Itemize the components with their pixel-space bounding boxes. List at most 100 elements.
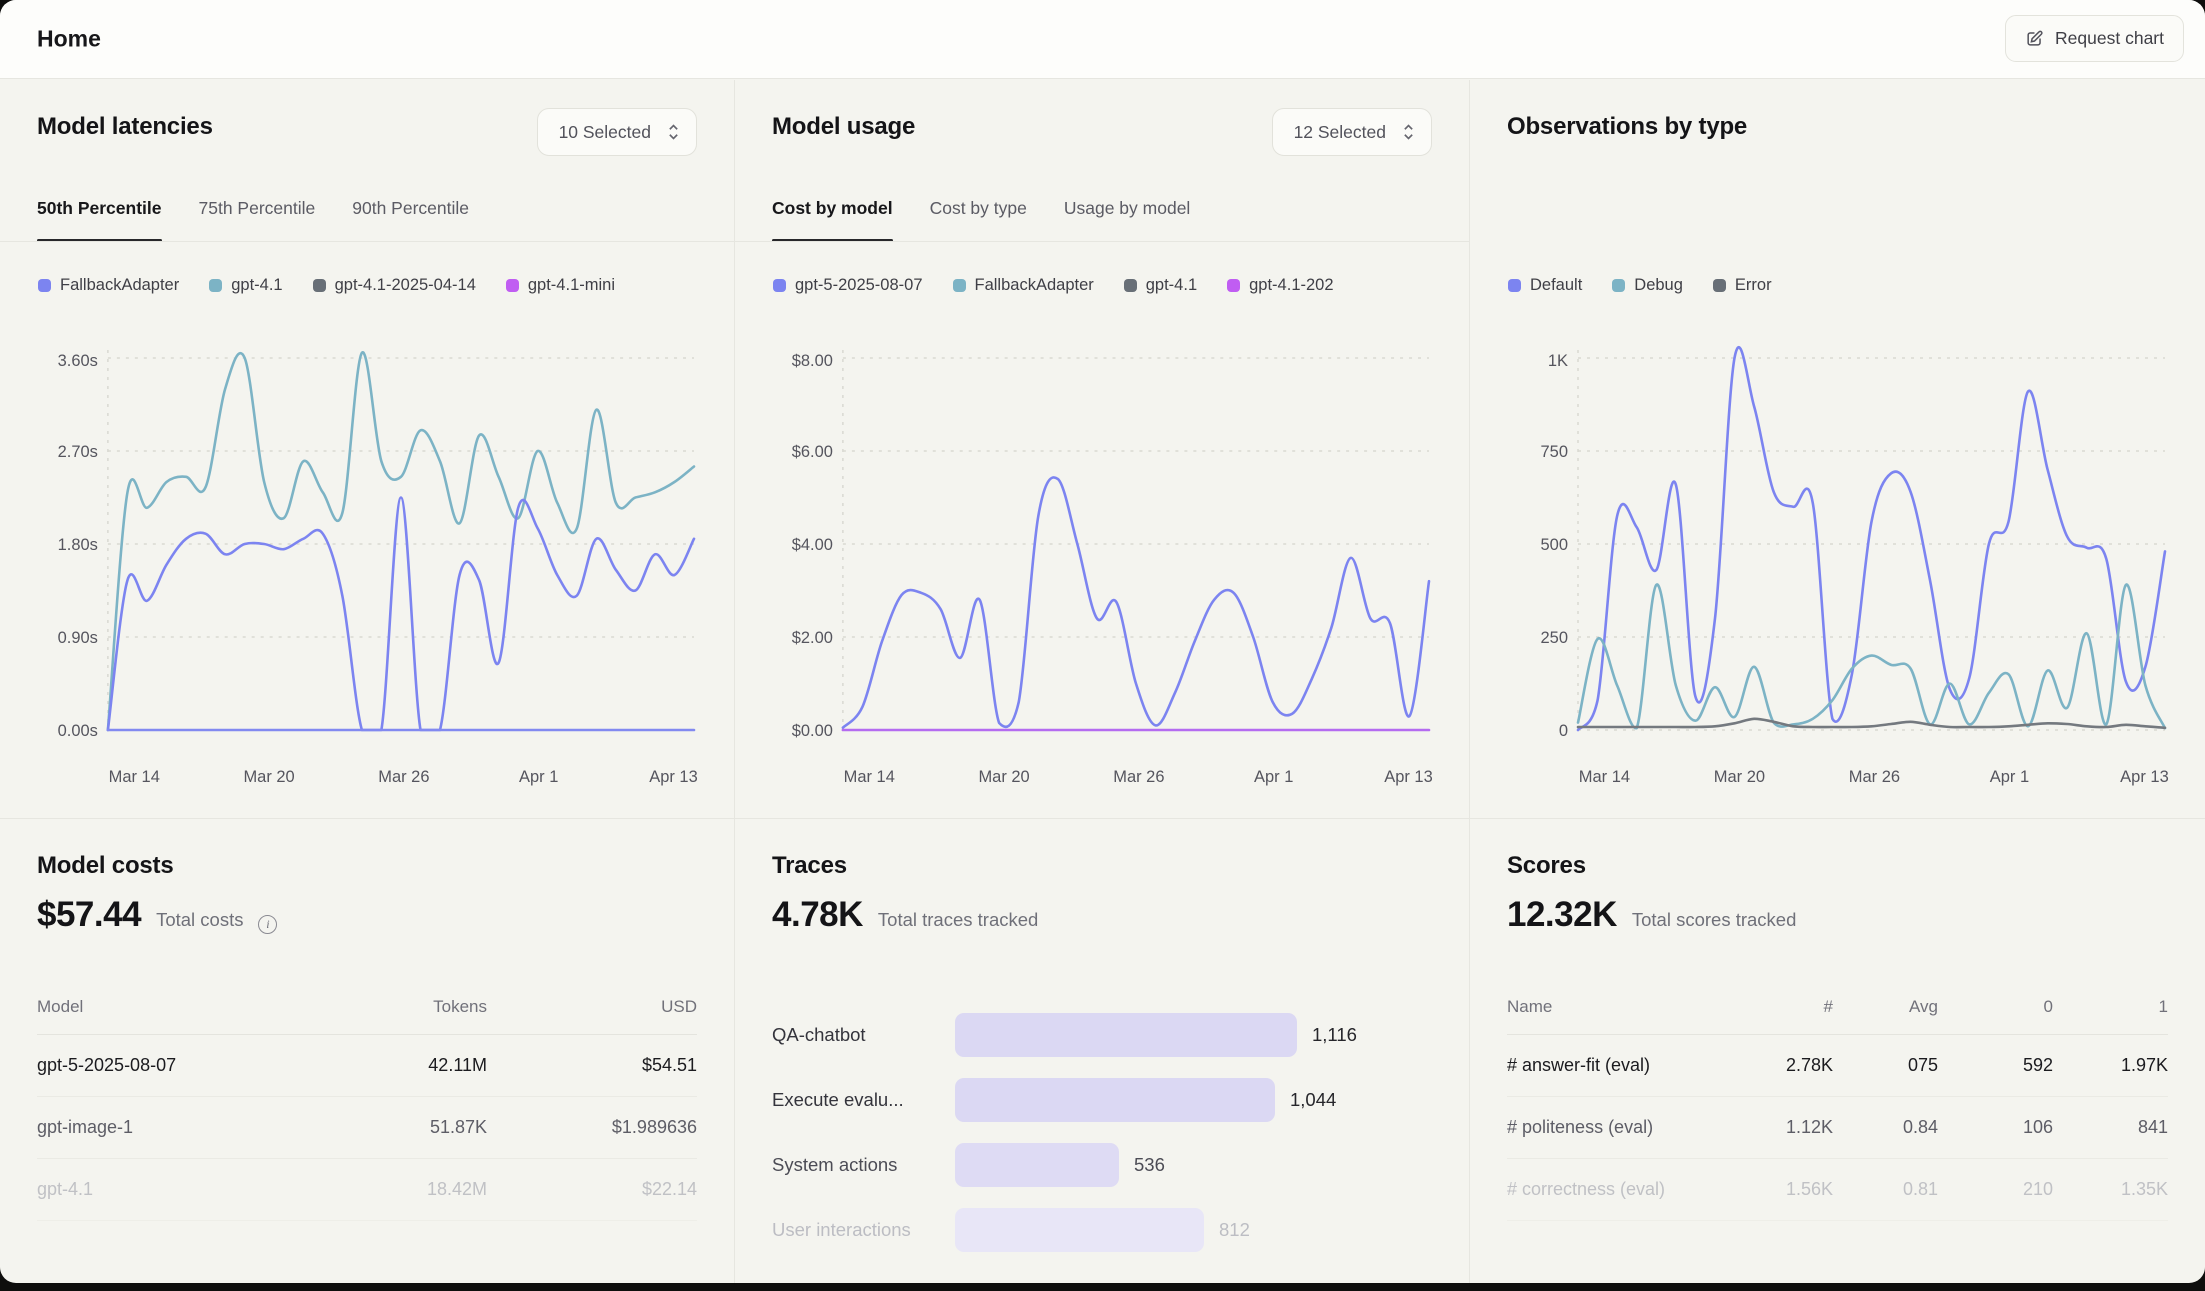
x-axis-tick: Apr 1 (1990, 768, 2029, 786)
y-axis-tick: 250 (1540, 629, 1568, 647)
table-row[interactable]: # politeness (eval)1.12K0.84106841 (1507, 1097, 2168, 1159)
panel-model-usage: Model usage 12 Selected Cost by modelCos… (735, 80, 1470, 819)
y-axis-tick: $0.00 (792, 722, 833, 740)
usage-legend: gpt-5-2025-08-07FallbackAdaptergpt-4.1gp… (773, 276, 1334, 295)
bar-row[interactable]: Execute evalu...1,044 (772, 1078, 1432, 1122)
legend-item: gpt-4.1-mini (506, 276, 615, 295)
tab-usage-by-model[interactable]: Usage by model (1064, 192, 1190, 242)
column-header: Tokens (317, 987, 487, 1035)
legend-label: gpt-4.1-mini (528, 276, 615, 295)
x-axis-tick: Mar 14 (1579, 768, 1630, 786)
table-row[interactable]: gpt-image-151.87K$1.989636 (37, 1097, 697, 1159)
column-header: 1 (2053, 987, 2168, 1035)
legend-item: Error (1713, 276, 1772, 295)
tab-cost-by-type[interactable]: Cost by type (930, 192, 1027, 242)
table-cell: # politeness (eval) (1507, 1097, 1728, 1159)
bar-label: User interactions (772, 1219, 955, 1241)
table-cell: $22.14 (487, 1159, 697, 1221)
bar-row[interactable]: System actions 536 (772, 1143, 1432, 1187)
table-row[interactable]: gpt-5-2025-08-0742.11M$54.51 (37, 1035, 697, 1097)
latencies-chart: 0.00s0.90s1.80s2.70s3.60sMar 14Mar 20Mar… (36, 330, 698, 800)
y-axis-tick: 1K (1548, 352, 1568, 370)
column-header: Avg (1833, 987, 1938, 1035)
usage-model-selector[interactable]: 12 Selected (1272, 108, 1432, 156)
table-row[interactable]: # correctness (eval)1.56K0.812101.35K (1507, 1159, 2168, 1221)
column-header: USD (487, 987, 697, 1035)
bar-value: 536 (1134, 1154, 1165, 1176)
bar-label: System actions (772, 1154, 955, 1176)
legend-label: Debug (1634, 276, 1683, 295)
table-row[interactable]: gpt-4.118.42M$22.14 (37, 1159, 697, 1221)
legend-swatch-icon (773, 279, 786, 292)
legend-swatch-icon (1612, 279, 1625, 292)
table-cell: # correctness (eval) (1507, 1159, 1728, 1221)
model-costs-table: ModelTokensUSDgpt-5-2025-08-0742.11M$54.… (37, 987, 697, 1221)
y-axis-tick: 750 (1540, 443, 1568, 461)
info-icon[interactable]: i (258, 915, 277, 934)
bar-label: QA-chatbot (772, 1024, 955, 1046)
page-header: Home Request chart (0, 0, 2205, 79)
x-axis-tick: Mar 20 (243, 768, 294, 786)
legend-swatch-icon (209, 279, 222, 292)
y-axis-tick: 2.70s (58, 443, 98, 461)
x-axis-tick: Apr 1 (519, 768, 558, 786)
bar-fill (955, 1078, 1275, 1122)
legend-item: gpt-4.1-2025-04-14 (313, 276, 476, 295)
edit-pencil-icon (2025, 29, 2044, 48)
latencies-model-selector[interactable]: 10 Selected (537, 108, 697, 156)
y-axis-tick: $2.00 (792, 629, 833, 647)
page-title: Home (37, 26, 101, 53)
observations-line-chart[interactable]: 02505007501KMar 14Mar 20Mar 26Apr 1Apr 1… (1506, 330, 2169, 800)
total-scores-metric: 12.32K Total scores tracked (1507, 895, 1796, 935)
y-axis-tick: $8.00 (792, 352, 833, 370)
legend-label: FallbackAdapter (975, 276, 1094, 295)
tab-90th-percentile[interactable]: 90th Percentile (352, 192, 469, 242)
x-axis-tick: Apr 1 (1254, 768, 1293, 786)
bar-fill (955, 1013, 1297, 1057)
legend-swatch-icon (1124, 279, 1137, 292)
y-axis-tick: 3.60s (58, 352, 98, 370)
legend-label: gpt-5-2025-08-07 (795, 276, 923, 295)
table-cell: 1.56K (1728, 1159, 1833, 1221)
tab-cost-by-model[interactable]: Cost by model (772, 192, 893, 242)
panel-title: Observations by type (1507, 113, 1747, 141)
table-cell: # answer-fit (eval) (1507, 1035, 1728, 1097)
latencies-line-chart[interactable]: 0.00s0.90s1.80s2.70s3.60sMar 14Mar 20Mar… (36, 330, 698, 800)
table-cell: gpt-5-2025-08-07 (37, 1035, 317, 1097)
total-traces-metric: 4.78K Total traces tracked (772, 895, 1038, 935)
legend-item: gpt-4.1 (209, 276, 282, 295)
table-row[interactable]: # answer-fit (eval)2.78K0755921.97K (1507, 1035, 2168, 1097)
tab-75th-percentile[interactable]: 75th Percentile (199, 192, 316, 242)
chevron-up-down-icon (1401, 121, 1416, 143)
usage-chart: $0.00$2.00$4.00$6.00$8.00Mar 14Mar 20Mar… (771, 330, 1433, 800)
total-traces-value: 4.78K (772, 895, 863, 935)
y-axis-tick: 1.80s (58, 536, 98, 554)
tab-50th-percentile[interactable]: 50th Percentile (37, 192, 162, 242)
table-cell: 592 (1938, 1035, 2053, 1097)
column-header: 0 (1938, 987, 2053, 1035)
table-cell: 18.42M (317, 1159, 487, 1221)
series-line-gpt-4-1 (108, 352, 694, 730)
bar-row[interactable]: User interactions812 (772, 1208, 1432, 1252)
table-cell: 841 (2053, 1097, 2168, 1159)
panel-traces: Traces 4.78K Total traces tracked QA-cha… (735, 819, 1470, 1283)
legend-swatch-icon (38, 279, 51, 292)
chevron-up-down-icon (666, 121, 681, 143)
panel-title: Scores (1507, 852, 1586, 880)
bar-row[interactable]: QA-chatbot1,116 (772, 1013, 1432, 1057)
bar-value: 1,044 (1290, 1089, 1336, 1111)
traces-bar-chart: QA-chatbot1,116 Execute evalu...1,044 Syst… (772, 1013, 1432, 1273)
request-chart-button[interactable]: Request chart (2005, 15, 2184, 62)
total-scores-label: Total scores tracked (1632, 909, 1797, 931)
panel-title: Model costs (37, 852, 174, 880)
series-line-debug (1578, 584, 2165, 728)
table-cell: 1.97K (2053, 1035, 2168, 1097)
table-cell: $54.51 (487, 1035, 697, 1097)
total-costs-value: $57.44 (37, 895, 141, 935)
legend-item: gpt-5-2025-08-07 (773, 276, 923, 295)
legend-item: gpt-4.1 (1124, 276, 1197, 295)
usage-line-chart[interactable]: $0.00$2.00$4.00$6.00$8.00Mar 14Mar 20Mar… (771, 330, 1433, 800)
legend-swatch-icon (1227, 279, 1240, 292)
x-axis-tick: Apr 13 (649, 768, 697, 786)
x-axis-tick: Apr 13 (1384, 768, 1432, 786)
